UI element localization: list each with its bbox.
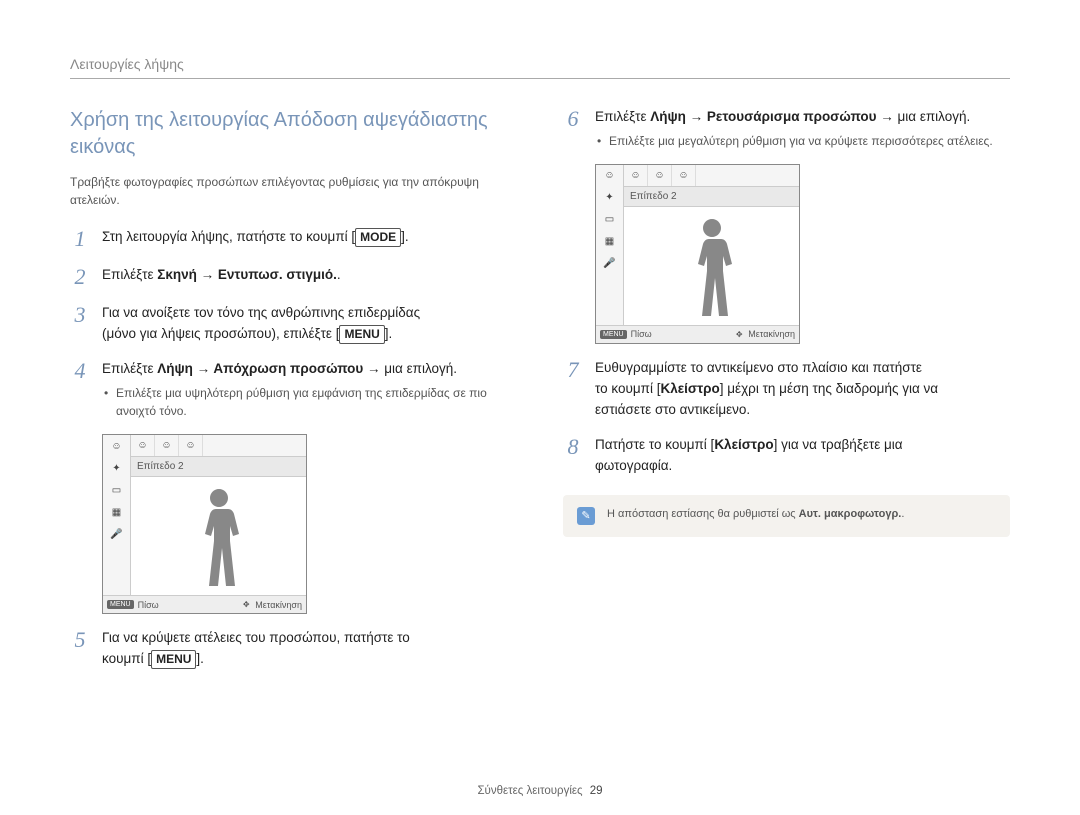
step-number: 1 [70,227,90,251]
step-text: το κουμπί [ [595,381,660,396]
step-number: 5 [70,628,90,670]
step-text: μια επιλογή. [381,361,457,376]
step-number: 2 [70,265,90,289]
note-text: Η απόσταση εστίασης θα ρυθμιστεί ως [607,508,799,520]
preview-level-label: Επίπεδο 2 [624,187,799,207]
person-silhouette [682,213,742,323]
note-bold: Αυτ. μακροφωτογρ. [799,508,902,520]
preview-back-label: Πίσω [631,329,652,339]
note-box: ✎ Η απόσταση εστίασης θα ρυθμιστεί ως Αυ… [563,495,1010,537]
step-8: 8 Πατήστε το κουμπί [Κλείστρο] για να τρ… [563,435,1010,477]
quality-icon: ▦ [103,501,130,523]
step-bold: Σκηνή → Εντυπωσ. στιγμιό. [157,267,337,282]
face-icon: ☺ [624,165,648,186]
page-number: 29 [590,785,603,797]
mode-key: MODE [355,228,401,247]
face-icon: ☺ [155,435,179,456]
face-icon: ☺ [648,165,672,186]
mic-off-icon: 🎤 [103,523,130,545]
face-icon: ☺ [179,435,203,456]
exposure-icon: ✦ [103,457,130,479]
step-text: φωτογραφία. [595,456,1010,477]
preview-top-icons: ☺ ☺ ☺ [131,435,306,457]
preview-move-label: Μετακίνηση [255,600,302,610]
size-icon: ▭ [596,209,623,231]
step-2: 2 Επιλέξτε Σκηνή → Εντυπωσ. στιγμιό.. [70,265,517,289]
person-silhouette [189,483,249,593]
face-icon: ☺ [596,165,623,187]
footer-label: Σύνθετες λειτουργίες [477,785,582,797]
step-text: Επιλέξτε [102,361,157,376]
step-bold: Λήψη → Απόχρωση προσώπου → [157,361,380,376]
step-text: ] για να τραβήξετε μια [774,437,903,452]
step-number: 6 [563,107,583,150]
preview-back-label: Πίσω [138,600,159,610]
step-text: εστιάσετε στο αντικείμενο. [595,400,1010,421]
step-text: Για να κρύψετε ατέλειες του προσώπου, πα… [102,628,517,649]
exposure-icon: ✦ [596,187,623,209]
step-4: 4 Επιλέξτε Λήψη → Απόχρωση προσώπου → μι… [70,359,517,420]
step-text: Επιλέξτε [595,109,650,124]
section-title: Χρήση της λειτουργίας Απόδοση αψεγάδιαστ… [70,107,517,161]
step-text: ]. [385,326,393,341]
intro-text: Τραβήξτε φωτογραφίες προσώπων επιλέγοντα… [70,173,517,209]
face-icon: ☺ [131,435,155,456]
step-text: ] μέχρι τη μέση της διαδρομής για να [720,381,938,396]
step-number: 3 [70,303,90,345]
note-icon: ✎ [577,507,595,525]
step-text: . [337,267,341,282]
step-text: Πατήστε το κουμπί [ [595,437,714,452]
step-bold: Λήψη → Ρετουσάρισμα προσώπου → [650,109,894,124]
step-text: (μόνο για λήψεις προσώπου), επιλέξτε [ [102,326,339,341]
menu-key: MENU [151,650,196,669]
note-text: . [901,508,904,520]
step-6: 6 Επιλέξτε Λήψη → Ρετουσάρισμα προσώπου … [563,107,1010,150]
step-5: 5 Για να κρύψετε ατέλειες του προσώπου, … [70,628,517,670]
step-text: μια επιλογή. [894,109,970,124]
step-number: 4 [70,359,90,420]
step-text: ]. [401,229,409,244]
preview-move-label: Μετακίνηση [748,329,795,339]
nav-icon: ✥ [241,600,251,610]
preview-top-icons: ☺ ☺ ☺ [624,165,799,187]
face-icon: ☺ [103,435,130,457]
preview-footer: MENU Πίσω ✥ Μετακίνηση [103,595,306,613]
preview-left-icons: ☺ ✦ ▭ ▦ 🎤 [596,165,624,325]
nav-icon: ✥ [734,329,744,339]
step-text: Επιλέξτε [102,267,157,282]
preview-left-icons: ☺ ✦ ▭ ▦ 🎤 [103,435,131,595]
mic-off-icon: 🎤 [596,253,623,275]
right-column: 6 Επιλέξτε Λήψη → Ρετουσάρισμα προσώπου … [563,107,1010,684]
quality-icon: ▦ [596,231,623,253]
step-text: Ευθυγραμμίστε το αντικείμενο στο πλαίσιο… [595,358,1010,379]
step-text: ]. [196,651,204,666]
preview-level-label: Επίπεδο 2 [131,457,306,477]
breadcrumb: Λειτουργίες λήψης [70,56,1010,79]
menu-key: MENU [339,325,384,344]
page-footer: Σύνθετες λειτουργίες 29 [0,785,1080,797]
step-bold: Κλείστρο [660,381,719,396]
step-bold: Κλείστρο [714,437,773,452]
step-bullet: Επιλέξτε μια μεγαλύτερη ρύθμιση για να κ… [595,132,1010,150]
step-7: 7 Ευθυγραμμίστε το αντικείμενο στο πλαίσ… [563,358,1010,421]
menu-badge-icon: MENU [107,600,134,609]
preview-footer: MENU Πίσω ✥ Μετακίνηση [596,325,799,343]
size-icon: ▭ [103,479,130,501]
step-text: Στη λειτουργία λήψης, πατήστε το κουμπί … [102,229,355,244]
step-bullet: Επιλέξτε μια υψηλότερη ρύθμιση για εμφάν… [102,384,517,420]
menu-badge-icon: MENU [600,330,627,339]
step-1: 1 Στη λειτουργία λήψης, πατήστε το κουμπ… [70,227,517,251]
step-text: Για να ανοίξετε τον τόνο της ανθρώπινης … [102,303,517,324]
left-column: Χρήση της λειτουργίας Απόδοση αψεγάδιαστ… [70,107,517,684]
camera-preview-1: ☺ ✦ ▭ ▦ 🎤 ☺ ☺ ☺ Επίπεδο 2 [102,434,307,614]
face-icon: ☺ [672,165,696,186]
step-3: 3 Για να ανοίξετε τον τόνο της ανθρώπινη… [70,303,517,345]
step-number: 8 [563,435,583,477]
step-text: κουμπί [ [102,651,151,666]
step-number: 7 [563,358,583,421]
camera-preview-2: ☺ ✦ ▭ ▦ 🎤 ☺ ☺ ☺ Επίπεδο 2 [595,164,800,344]
